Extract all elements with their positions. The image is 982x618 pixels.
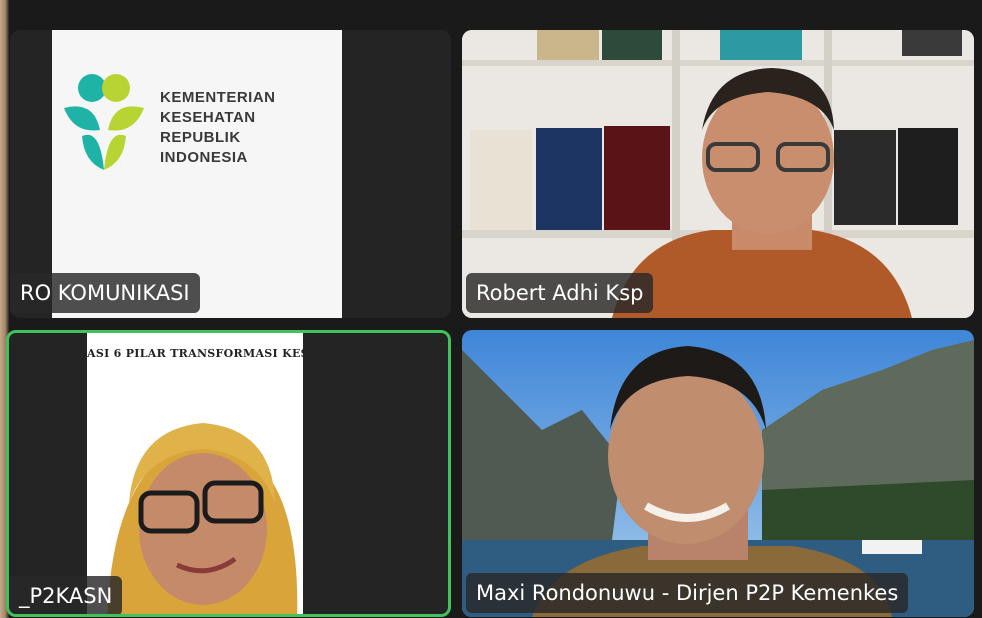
video-tile-robert-adhi-ksp[interactable]: Robert Adhi Ksp [462, 30, 974, 318]
presentation-banner: ASI 6 PILAR TRANSFORMASI KESEHATAN DAN B… [87, 333, 303, 614]
video-tile-ro-komunikasi[interactable]: KEMENTERIAN KESEHATAN REPUBLIK INDONESIA… [10, 30, 451, 318]
participant-name-label: RO KOMUNIKASI [10, 273, 200, 313]
presenter-video-frame [107, 423, 298, 614]
video-gallery: KEMENTERIAN KESEHATAN REPUBLIK INDONESIA… [0, 0, 982, 618]
participant-name-label: Maxi Rondonuwu - Dirjen P2P Kemenkes [466, 573, 909, 613]
kemenkes-logo-icon [64, 74, 144, 170]
participant-name-label: Robert Adhi Ksp [466, 273, 654, 313]
video-tile-p2kasn[interactable]: ASI 6 PILAR TRANSFORMASI KESEHATAN DAN B… [6, 330, 451, 617]
participant-name-label: _P2KASN [9, 576, 123, 614]
video-tile-maxi-rondonuwu[interactable]: Maxi Rondonuwu - Dirjen P2P Kemenkes [462, 330, 974, 617]
ministry-logo-text: KEMENTERIAN KESEHATAN REPUBLIK INDONESIA [160, 89, 276, 166]
